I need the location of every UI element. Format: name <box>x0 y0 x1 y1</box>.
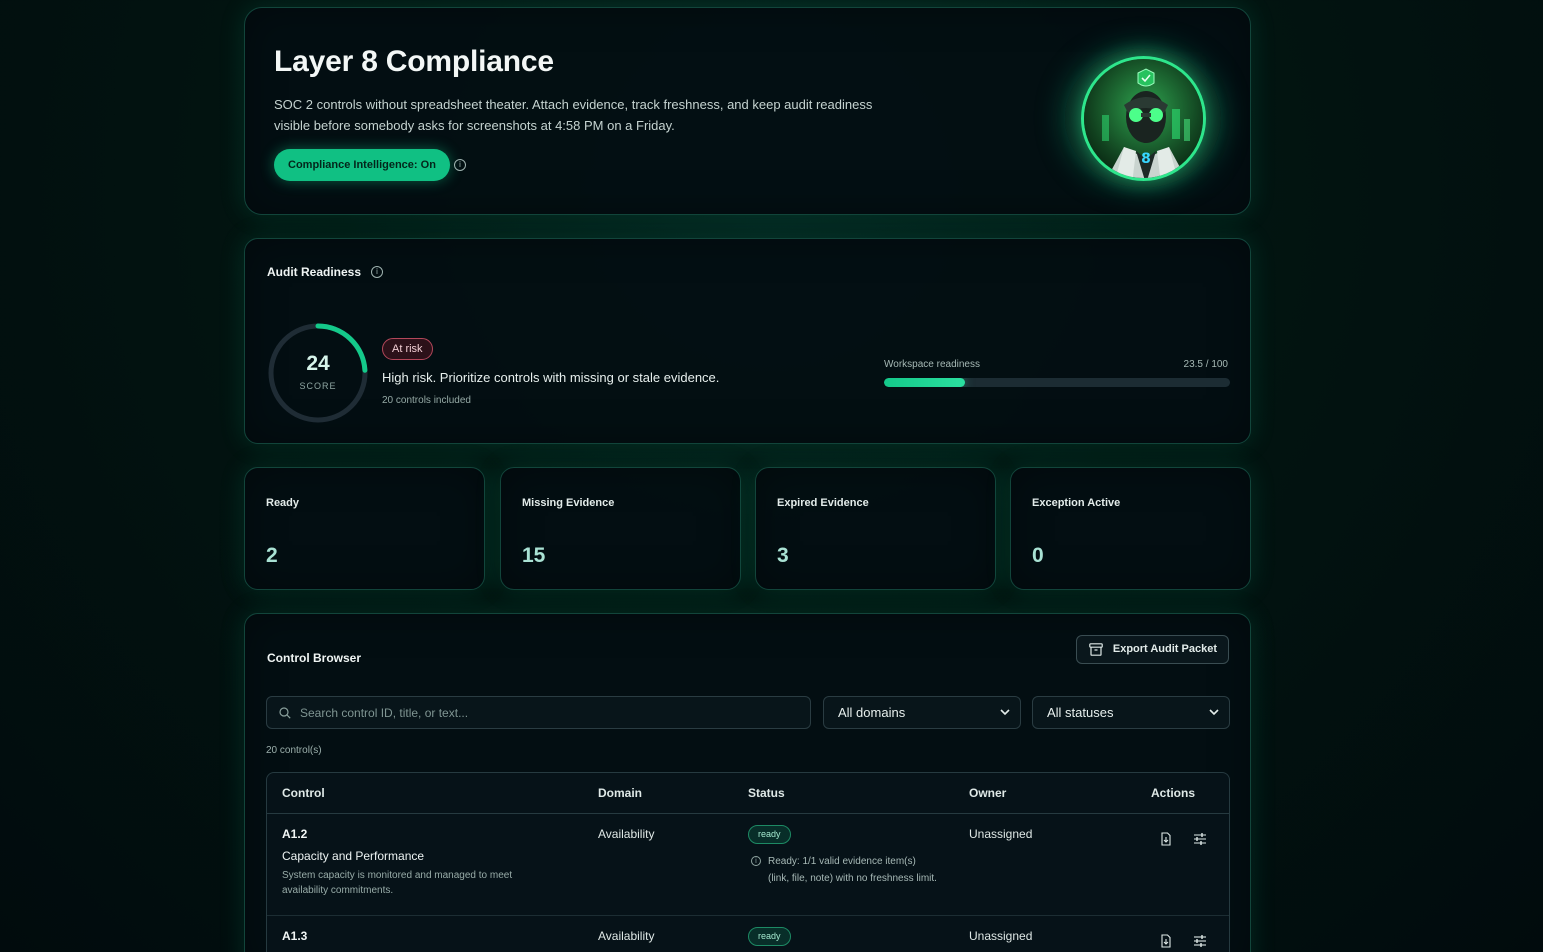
svg-text:8: 8 <box>1141 151 1151 167</box>
control-description: System capacity is monitored and managed… <box>282 870 513 896</box>
readiness-label: Workspace readiness <box>884 359 980 370</box>
export-audit-packet-button[interactable]: Export Audit Packet <box>1075 635 1229 664</box>
audit-readiness-card: Audit Readiness i 24 SCORE At risk High … <box>244 238 1251 444</box>
control-domain: Availability <box>598 827 655 841</box>
table-row[interactable]: A1.3 Availability ready Unassigned <box>267 916 1229 952</box>
stat-card-missing-evidence: Missing Evidence 15 <box>500 467 741 590</box>
readiness-progress-bar <box>884 378 1230 387</box>
status-filter-select[interactable]: All statuses <box>1032 696 1230 729</box>
control-title: Capacity and Performance <box>282 849 425 863</box>
info-icon[interactable]: i <box>371 266 383 278</box>
controls-included: 20 controls included <box>382 395 471 406</box>
table-header: Control Domain Status Owner Actions <box>267 773 1229 814</box>
column-header-control[interactable]: Control <box>282 786 325 800</box>
control-owner: Unassigned <box>969 827 1033 841</box>
hero-card: Layer 8 Compliance SOC 2 controls withou… <box>244 7 1251 215</box>
stat-card-exception-active: Exception Active 0 <box>1010 467 1251 590</box>
sliders-icon[interactable] <box>1193 934 1207 948</box>
column-header-owner[interactable]: Owner <box>969 786 1006 800</box>
info-icon[interactable]: i <box>454 159 466 171</box>
audit-readiness-title: Audit Readiness <box>267 265 362 279</box>
stat-label: Expired Evidence <box>777 497 869 509</box>
control-owner: Unassigned <box>969 929 1033 943</box>
stat-value: 15 <box>522 544 546 567</box>
column-header-domain[interactable]: Domain <box>598 786 642 800</box>
domain-filter-value: All domains <box>838 705 906 720</box>
control-domain: Availability <box>598 929 655 943</box>
archive-icon <box>1089 643 1103 656</box>
status-badge: ready <box>748 927 791 946</box>
stat-card-expired-evidence: Expired Evidence 3 <box>755 467 996 590</box>
stat-value: 2 <box>266 544 278 567</box>
score-gauge: 24 SCORE <box>267 322 369 424</box>
mascot-avatar: 8 <box>1065 48 1221 188</box>
table-row[interactable]: A1.2 Capacity and Performance System cap… <box>267 814 1229 916</box>
score-label: SCORE <box>299 381 337 391</box>
risk-message: High risk. Prioritize controls with miss… <box>382 370 720 385</box>
search-input[interactable] <box>266 696 811 729</box>
control-browser-title: Control Browser <box>267 651 362 665</box>
status-filter-value: All statuses <box>1047 705 1114 720</box>
readiness-progress-fill <box>884 378 966 387</box>
export-audit-packet-label: Export Audit Packet <box>1112 643 1217 655</box>
page-title: Layer 8 Compliance <box>274 45 554 78</box>
control-id: A1.3 <box>282 929 308 943</box>
chevron-down-icon <box>1209 709 1219 716</box>
column-header-status[interactable]: Status <box>748 786 785 800</box>
sliders-icon[interactable] <box>1193 832 1207 846</box>
control-count: 20 control(s) <box>266 745 322 756</box>
stat-value: 3 <box>777 544 789 567</box>
stat-label: Missing Evidence <box>522 497 615 509</box>
chevron-down-icon <box>1000 709 1010 716</box>
stat-label: Exception Active <box>1032 497 1121 509</box>
stat-card-ready: Ready 2 <box>244 467 485 590</box>
mascot-illustration-icon: 8 <box>1084 59 1203 178</box>
download-file-icon[interactable] <box>1159 934 1173 948</box>
page-subtitle: SOC 2 controls without spreadsheet theat… <box>274 97 873 133</box>
column-header-actions: Actions <box>1151 786 1196 800</box>
control-id: A1.2 <box>282 827 308 841</box>
score-value: 24 <box>306 352 330 375</box>
search-icon <box>279 707 291 719</box>
info-icon: i <box>751 856 761 866</box>
stat-value: 0 <box>1032 544 1044 567</box>
download-file-icon[interactable] <box>1159 832 1173 846</box>
status-badge: ready <box>748 825 791 844</box>
domain-filter-select[interactable]: All domains <box>823 696 1021 729</box>
stat-label: Ready <box>266 497 300 509</box>
control-browser-card: Control Browser Export Audit Packet All … <box>244 613 1251 952</box>
controls-table: Control Domain Status Owner Actions A1.2… <box>266 772 1230 952</box>
compliance-intelligence-toggle[interactable]: Compliance Intelligence: On <box>274 149 450 181</box>
readiness-value: 23.5 / 100 <box>1183 359 1228 370</box>
status-note: Ready: 1/1 valid evidence item(s) (link,… <box>768 856 937 884</box>
risk-badge: At risk <box>382 338 433 360</box>
